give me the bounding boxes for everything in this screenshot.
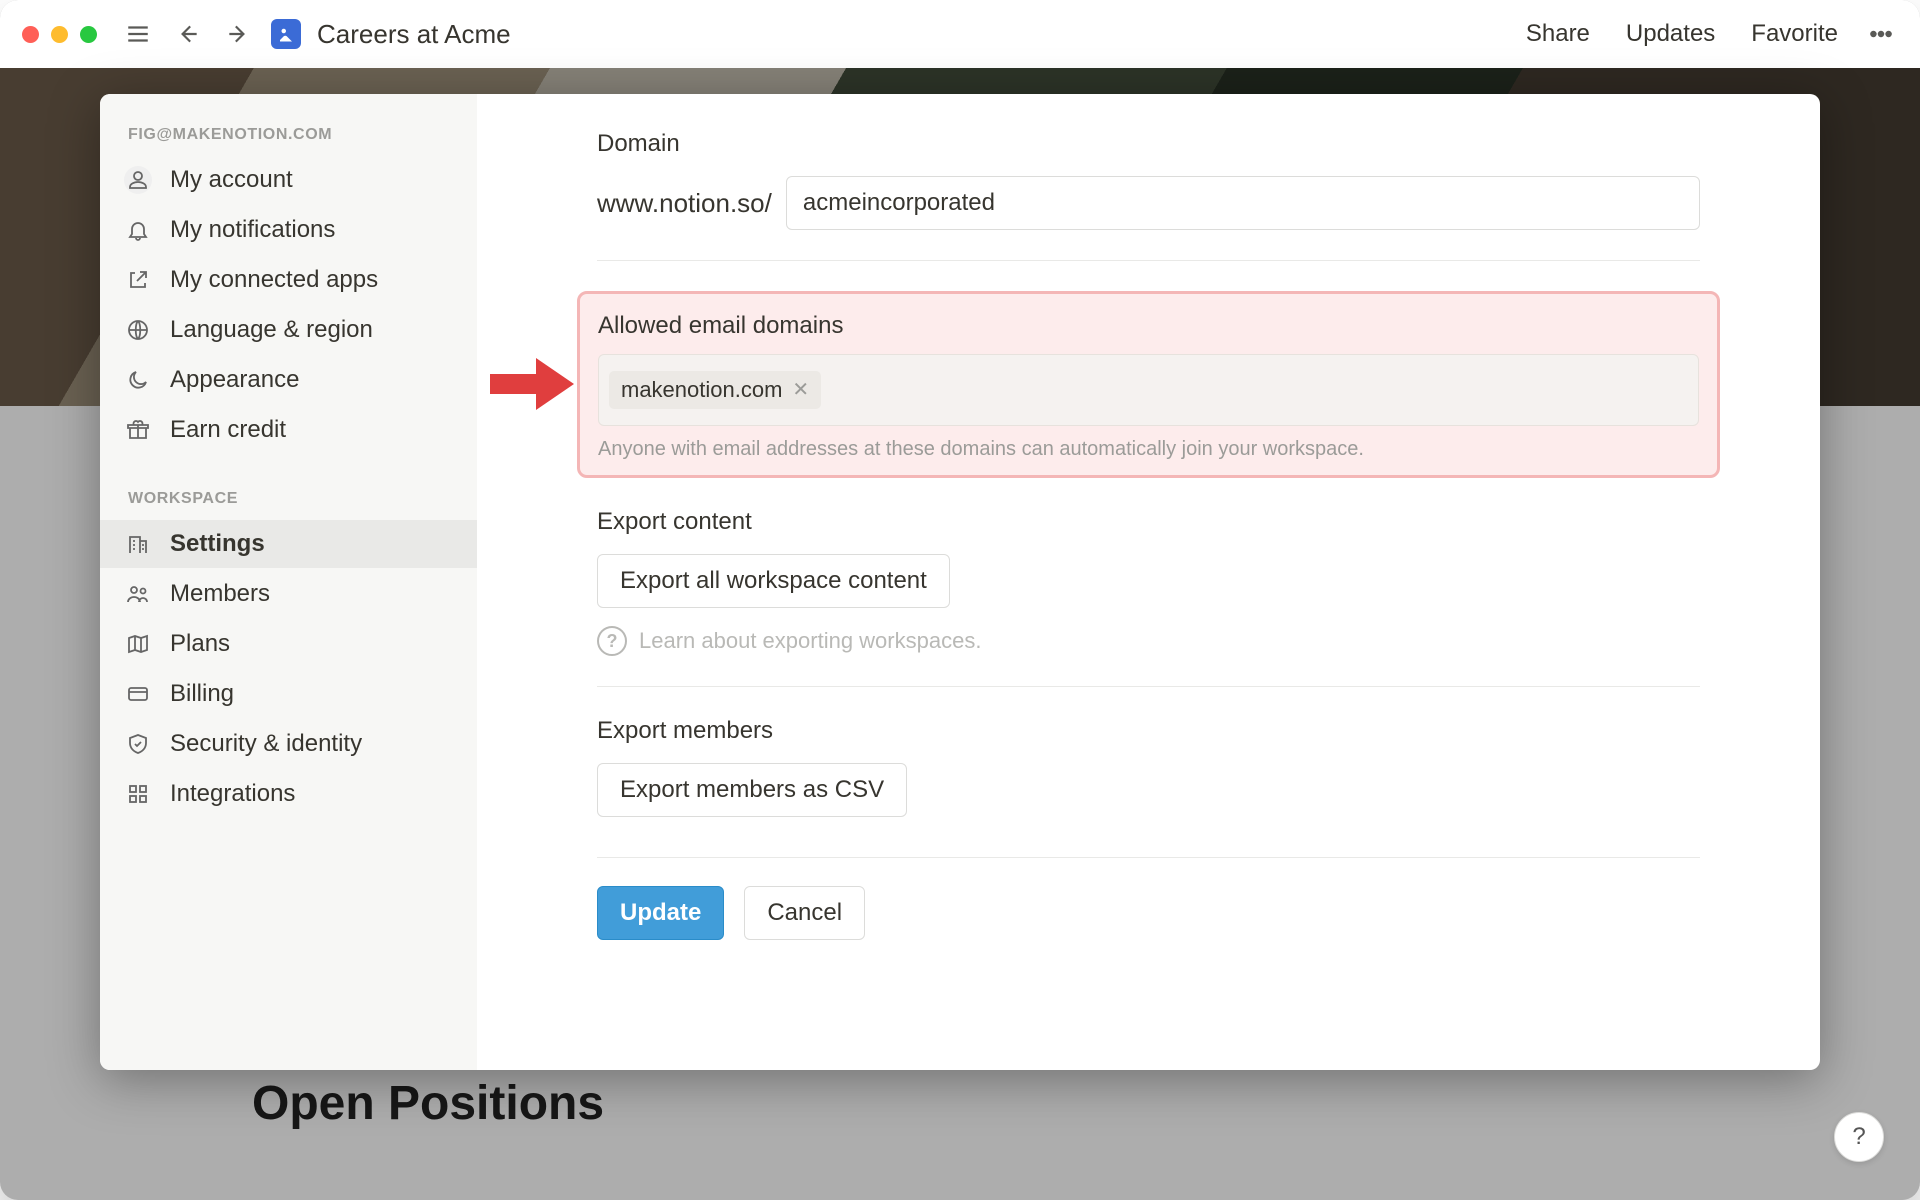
settings-sidebar: FIG@MAKENOTION.COM My account My notific… [100, 94, 477, 1070]
chip-label: makenotion.com [621, 377, 782, 403]
action-row: Update Cancel [597, 886, 1700, 940]
credit-card-icon [124, 680, 152, 708]
sidebar-account-header: FIG@MAKENOTION.COM [100, 120, 477, 154]
sidebar-item-connected-apps[interactable]: My connected apps [100, 256, 477, 304]
help-fab[interactable]: ? [1834, 1112, 1884, 1162]
section-allowed-email-domains: Allowed email domains makenotion.com ✕ A… [577, 291, 1720, 478]
section-title: Domain [597, 130, 1700, 158]
section-domain: Domain www.notion.so/ [597, 130, 1700, 261]
domain-input[interactable] [786, 176, 1700, 230]
more-icon[interactable] [1864, 17, 1898, 51]
settings-main-pane: Domain www.notion.so/ Allowed email doma… [477, 94, 1820, 1070]
sidebar-item-language[interactable]: Language & region [100, 306, 477, 354]
sidebar-item-security[interactable]: Security & identity [100, 720, 477, 768]
close-window-icon[interactable] [22, 26, 39, 43]
export-all-content-button[interactable]: Export all workspace content [597, 554, 950, 608]
external-link-icon [124, 266, 152, 294]
learn-link-label: Learn about exporting workspaces. [639, 628, 981, 654]
domain-chip[interactable]: makenotion.com ✕ [609, 371, 821, 409]
sidebar-item-label: Security & identity [170, 730, 362, 758]
app-window: Careers at Acme Share Updates Favorite O… [0, 0, 1920, 1200]
sidebar-item-label: Plans [170, 630, 230, 658]
map-icon [124, 630, 152, 658]
sidebar-item-billing[interactable]: Billing [100, 670, 477, 718]
sidebar-item-label: Settings [170, 530, 265, 558]
export-members-csv-button[interactable]: Export members as CSV [597, 763, 907, 817]
page-title[interactable]: Careers at Acme [317, 19, 511, 50]
grid-icon [124, 780, 152, 808]
favorite-button[interactable]: Favorite [1741, 16, 1848, 52]
gift-icon [124, 416, 152, 444]
help-icon: ? [597, 626, 627, 656]
window-controls[interactable] [22, 26, 97, 43]
sidebar-item-label: Integrations [170, 780, 295, 808]
maximize-window-icon[interactable] [80, 26, 97, 43]
sidebar-item-label: My account [170, 166, 293, 194]
learn-exporting-link[interactable]: ? Learn about exporting workspaces. [597, 626, 1700, 656]
section-title: Export members [597, 717, 1700, 745]
building-icon [124, 530, 152, 558]
menu-icon[interactable] [121, 17, 155, 51]
section-export-members: Export members Export members as CSV [597, 717, 1700, 847]
section-title: Allowed email domains [598, 312, 1699, 340]
sidebar-item-notifications[interactable]: My notifications [100, 206, 477, 254]
sidebar-item-label: My notifications [170, 216, 335, 244]
page-icon[interactable] [271, 19, 301, 49]
nav-back-icon[interactable] [171, 17, 205, 51]
bell-icon [124, 216, 152, 244]
sidebar-item-label: Members [170, 580, 270, 608]
globe-icon [124, 316, 152, 344]
sidebar-workspace-header: WORKSPACE [100, 484, 477, 518]
sidebar-item-plans[interactable]: Plans [100, 620, 477, 668]
settings-modal: FIG@MAKENOTION.COM My account My notific… [100, 94, 1820, 1070]
sidebar-item-appearance[interactable]: Appearance [100, 356, 477, 404]
nav-forward-icon[interactable] [221, 17, 255, 51]
sidebar-item-settings[interactable]: Settings [100, 520, 477, 568]
allowed-domains-input[interactable]: makenotion.com ✕ [598, 354, 1699, 426]
sidebar-item-earn-credit[interactable]: Earn credit [100, 406, 477, 454]
avatar-icon [124, 166, 152, 194]
arrow-callout-icon [490, 354, 574, 419]
sidebar-item-label: Earn credit [170, 416, 286, 444]
people-icon [124, 580, 152, 608]
updates-button[interactable]: Updates [1616, 16, 1725, 52]
cancel-button[interactable]: Cancel [744, 886, 865, 940]
shield-icon [124, 730, 152, 758]
moon-icon [124, 366, 152, 394]
section-title: Export content [597, 508, 1700, 536]
toolbar: Careers at Acme Share Updates Favorite [0, 0, 1920, 68]
update-button[interactable]: Update [597, 886, 724, 940]
page-heading: Open Positions [252, 1076, 604, 1131]
sidebar-item-members[interactable]: Members [100, 570, 477, 618]
domain-prefix: www.notion.so/ [597, 188, 772, 219]
sidebar-item-integrations[interactable]: Integrations [100, 770, 477, 818]
sidebar-item-label: Billing [170, 680, 234, 708]
share-button[interactable]: Share [1516, 16, 1600, 52]
sidebar-item-my-account[interactable]: My account [100, 156, 477, 204]
minimize-window-icon[interactable] [51, 26, 68, 43]
sidebar-item-label: My connected apps [170, 266, 378, 294]
section-export-content: Export content Export all workspace cont… [597, 508, 1700, 687]
help-text: Anyone with email addresses at these dom… [598, 438, 1699, 461]
sidebar-item-label: Language & region [170, 316, 373, 344]
sidebar-item-label: Appearance [170, 366, 299, 394]
remove-chip-icon[interactable]: ✕ [792, 380, 809, 400]
